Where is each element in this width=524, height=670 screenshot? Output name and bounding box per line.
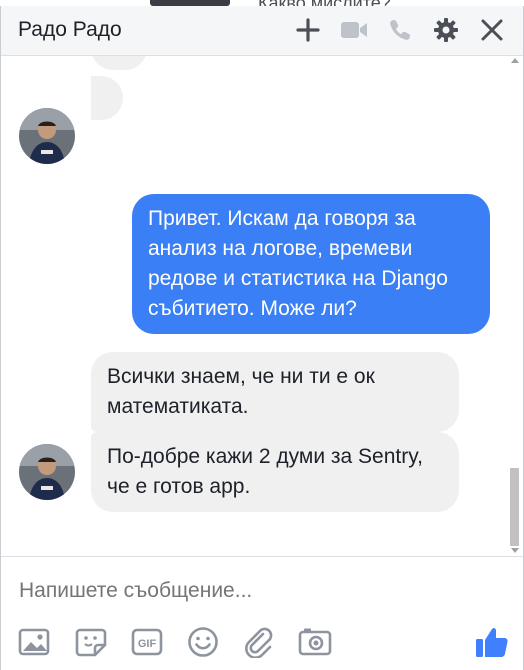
chat-title[interactable]: Радо Радо [18, 18, 122, 42]
plus-icon[interactable] [293, 15, 323, 45]
gif-icon[interactable]: GIF [130, 625, 164, 659]
scrollbar-thumb[interactable] [510, 468, 519, 546]
composer: GIF [1, 556, 523, 670]
gear-icon[interactable] [431, 15, 461, 45]
video-call-icon[interactable] [339, 15, 369, 45]
thumbs-up-icon[interactable] [473, 623, 511, 661]
photo-icon[interactable] [17, 625, 51, 659]
scrollbar[interactable] [509, 56, 519, 556]
phone-icon[interactable] [385, 15, 415, 45]
message-input[interactable] [19, 579, 499, 603]
camera-icon[interactable] [298, 625, 332, 659]
previous-message-bubble [91, 76, 123, 120]
avatar[interactable] [19, 108, 75, 164]
incoming-message[interactable]: По-добре кажи 2 думи за Sentry, че е гот… [91, 432, 459, 512]
message-list[interactable]: Привет. Искам да говоря за анализ на лог… [1, 56, 523, 556]
chat-window: Радо Радо Привет. Искам да говоря за ана… [0, 6, 524, 670]
previous-message-bubble [91, 56, 147, 70]
svg-text:GIF: GIF [138, 638, 157, 650]
close-icon[interactable] [477, 15, 507, 45]
outgoing-message[interactable]: Привет. Искам да говоря за анализ на лог… [132, 194, 490, 334]
sticker-icon[interactable] [74, 625, 108, 659]
avatar[interactable] [19, 444, 75, 500]
scroll-up-arrow-icon[interactable] [511, 58, 519, 63]
chat-header: Радо Радо [1, 6, 523, 56]
scroll-down-arrow-icon[interactable] [511, 548, 519, 553]
emoji-icon[interactable] [186, 625, 220, 659]
incoming-message[interactable]: Всички знаем, че ни ти е ок математиката… [91, 352, 459, 432]
attachment-icon[interactable] [242, 625, 276, 659]
